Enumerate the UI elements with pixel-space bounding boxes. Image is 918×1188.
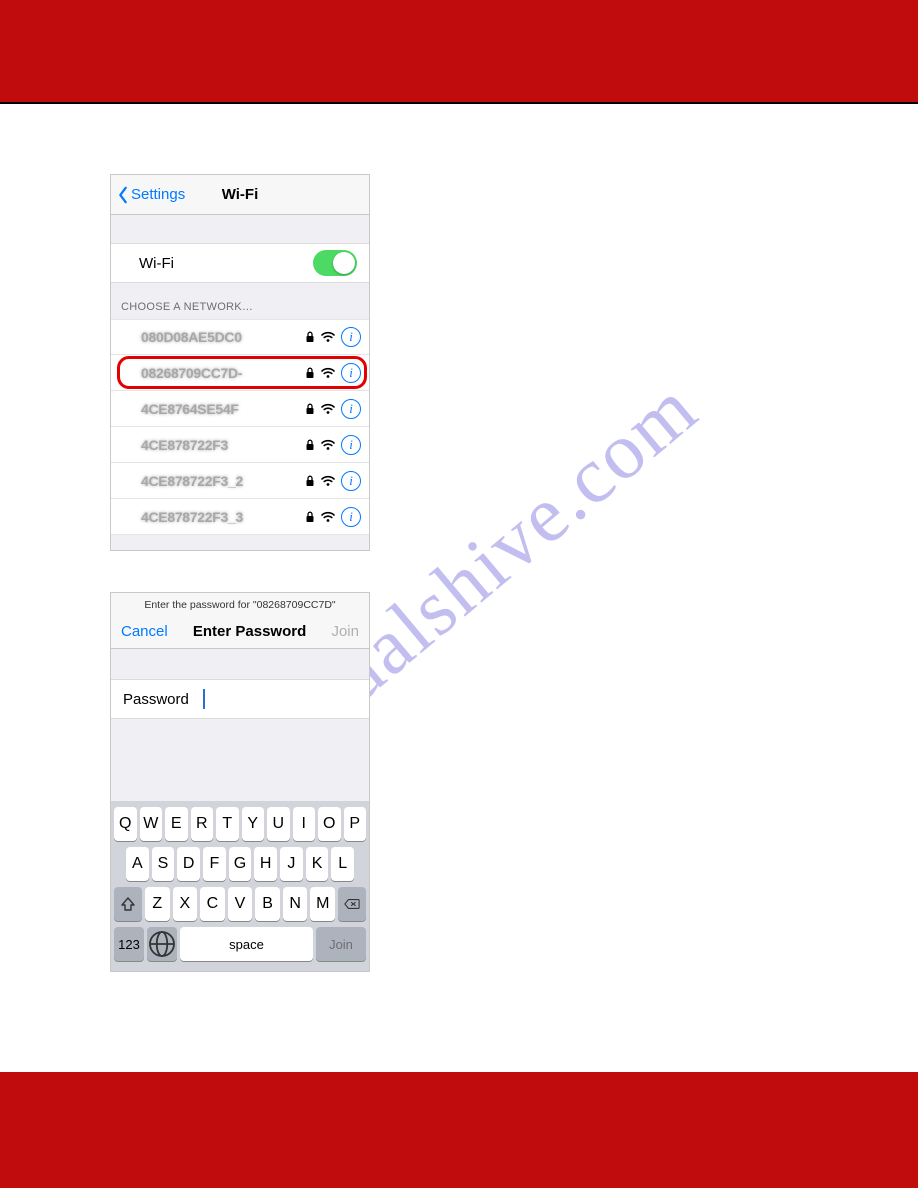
network-icons: i [305,363,361,383]
enter-password-title: Enter Password [193,623,306,640]
network-icons: i [305,471,361,491]
network-row[interactable]: 4CE878722F3_2 i [111,463,369,499]
network-icons: i [305,399,361,419]
key-v[interactable]: V [228,887,253,921]
text-cursor [203,689,205,709]
network-row[interactable]: 4CE878722F3_3 i [111,499,369,535]
info-icon[interactable]: i [341,435,361,455]
network-row[interactable]: 4CE8764SE54F i [111,391,369,427]
backspace-icon [344,896,360,912]
network-ssid: 4CE878722F3 [141,437,305,453]
choose-network-header: CHOOSE A NETWORK… [111,283,369,319]
wifi-toggle-switch[interactable] [313,250,357,276]
enter-password-screen: Enter the password for "08268709CC7D" Ca… [110,592,370,972]
join-button[interactable]: Join [331,623,359,640]
globe-icon [147,929,177,959]
key-k[interactable]: K [306,847,329,881]
key-u[interactable]: U [267,807,290,841]
key-g[interactable]: G [229,847,252,881]
network-ssid: 4CE878722F3_2 [141,473,305,489]
key-p[interactable]: P [344,807,367,841]
key-z[interactable]: Z [145,887,170,921]
key-o[interactable]: O [318,807,341,841]
key-x[interactable]: X [173,887,198,921]
back-label: Settings [131,186,185,203]
password-field-label: Password [123,691,189,708]
network-icons: i [305,435,361,455]
key-m[interactable]: M [310,887,335,921]
key-i[interactable]: I [293,807,316,841]
network-icons: i [305,327,361,347]
wifi-icon [321,403,335,415]
key-h[interactable]: H [254,847,277,881]
network-ssid: 4CE8764SE54F [141,401,305,417]
key-j[interactable]: J [280,847,303,881]
key-f[interactable]: F [203,847,226,881]
info-icon[interactable]: i [341,363,361,383]
key-e[interactable]: E [165,807,188,841]
password-navbar: Cancel Enter Password Join [111,615,369,649]
key-w[interactable]: W [140,807,163,841]
wifi-icon [321,331,335,343]
key-t[interactable]: T [216,807,239,841]
key-n[interactable]: N [283,887,308,921]
lock-icon [305,403,315,415]
key-join[interactable]: Join [316,927,366,961]
lock-icon [305,439,315,451]
info-icon[interactable]: i [341,399,361,419]
lock-icon [305,367,315,379]
network-row[interactable]: 080D08AE5DC0 i [111,319,369,355]
network-ssid: 08268709CC7D- [141,365,305,381]
key-r[interactable]: R [191,807,214,841]
key-a[interactable]: A [126,847,149,881]
password-prompt: Enter the password for "08268709CC7D" [111,593,369,615]
key-b[interactable]: B [255,887,280,921]
shift-icon [120,896,136,912]
key-d[interactable]: D [177,847,200,881]
wifi-icon [321,439,335,451]
info-icon[interactable]: i [341,507,361,527]
wifi-toggle-row[interactable]: Wi-Fi [111,243,369,283]
wifi-icon [321,367,335,379]
onscreen-keyboard: QWERTYUIOP ASDFGHJKL ZXCVBNM 123 space J… [111,801,369,971]
wifi-toggle-label: Wi-Fi [139,255,313,272]
network-ssid: 4CE878722F3_3 [141,509,305,525]
network-icons: i [305,507,361,527]
key-c[interactable]: C [200,887,225,921]
key-l[interactable]: L [331,847,354,881]
info-icon[interactable]: i [341,327,361,347]
key-s[interactable]: S [152,847,175,881]
network-ssid: 080D08AE5DC0 [141,329,305,345]
network-row[interactable]: 4CE878722F3 i [111,427,369,463]
key-123[interactable]: 123 [114,927,144,961]
key-space[interactable]: space [180,927,313,961]
lock-icon [305,475,315,487]
chevron-left-icon [117,186,129,204]
cancel-button[interactable]: Cancel [121,623,168,640]
info-icon[interactable]: i [341,471,361,491]
navbar: Settings Wi-Fi [111,175,369,215]
network-list: 080D08AE5DC0i08268709CC7D-i4CE8764SE54Fi… [111,319,369,535]
key-q[interactable]: Q [114,807,137,841]
network-row[interactable]: 08268709CC7D-i [111,355,369,391]
lock-icon [305,511,315,523]
wifi-settings-screen: Settings Wi-Fi Wi-Fi CHOOSE A NETWORK… 0… [110,174,370,551]
key-shift[interactable] [114,887,142,921]
password-field-row[interactable]: Password [111,679,369,719]
wifi-icon [321,511,335,523]
key-backspace[interactable] [338,887,366,921]
lock-icon [305,331,315,343]
key-globe[interactable] [147,927,177,961]
back-button[interactable]: Settings [111,186,185,204]
wifi-icon [321,475,335,487]
key-y[interactable]: Y [242,807,265,841]
